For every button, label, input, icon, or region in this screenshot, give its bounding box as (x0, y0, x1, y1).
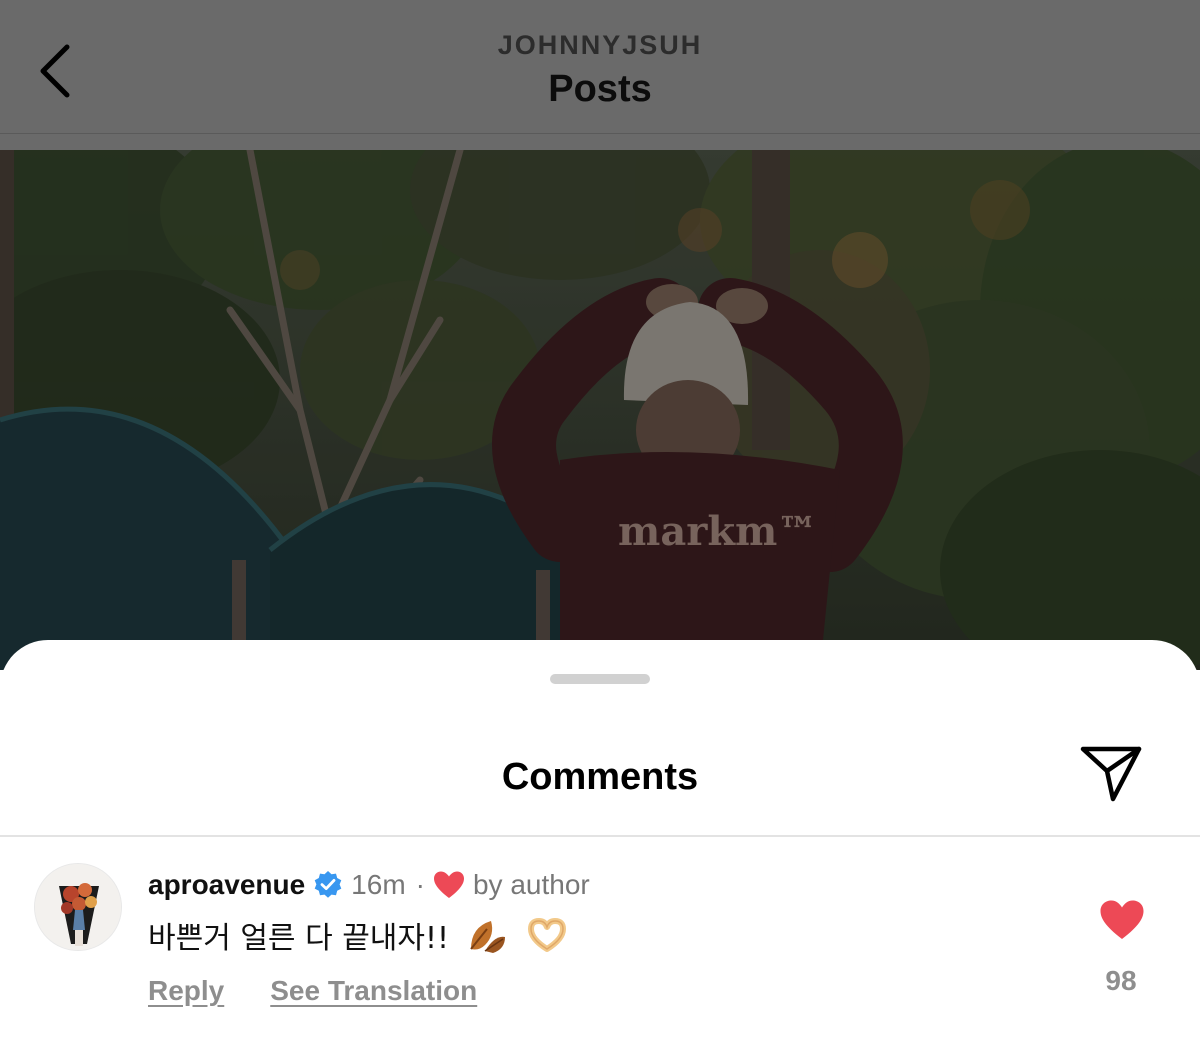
avatar[interactable] (34, 863, 122, 951)
see-translation-button[interactable]: See Translation (270, 975, 477, 1007)
sheet-grabber[interactable] (550, 674, 650, 684)
fallen-leaf-emoji (465, 915, 509, 955)
share-button[interactable] (1076, 740, 1146, 806)
comment-username[interactable]: aproavenue (148, 869, 305, 901)
comments-title: Comments (501, 756, 699, 798)
comment-item: aproavenue 16m · by author 바쁜거 얼른 다 끝내자!… (0, 837, 1200, 1055)
author-heart-icon (433, 870, 465, 900)
header-username: JOHNNYJSUH (497, 30, 703, 60)
comment-text: 바쁜거 얼른 다 끝내자!! (148, 913, 569, 957)
verified-badge-icon (313, 870, 343, 900)
comment-meta: aproavenue 16m · by author (148, 865, 590, 905)
heart-filled-icon (1100, 900, 1144, 939)
comment-actions: Reply See Translation (148, 971, 477, 1011)
reply-button[interactable]: Reply (148, 975, 224, 1007)
post-photo-image: markm™ (0, 150, 1200, 670)
comment-timestamp: 16m (351, 869, 406, 900)
heart-hands-emoji (525, 915, 569, 955)
liked-by-author-label: by author (472, 869, 590, 900)
avatar-bouquet-image (35, 864, 121, 950)
meta-separator: · (415, 869, 425, 900)
top-header: JOHNNYJSUH Posts (0, 0, 1200, 134)
header-gap (0, 134, 1200, 150)
comment-like-count: 98 (1105, 965, 1137, 996)
comment-body: 바쁜거 얼른 다 끝내자!! (148, 921, 450, 956)
post-photo[interactable]: markm™ (0, 150, 1200, 670)
paper-plane-icon (1080, 746, 1142, 802)
comments-sheet: Comments aproavenue 16m · by author 바쁜거 … (0, 640, 1200, 1055)
page-title: Posts (548, 68, 652, 110)
comment-like-button[interactable] (1098, 897, 1146, 943)
